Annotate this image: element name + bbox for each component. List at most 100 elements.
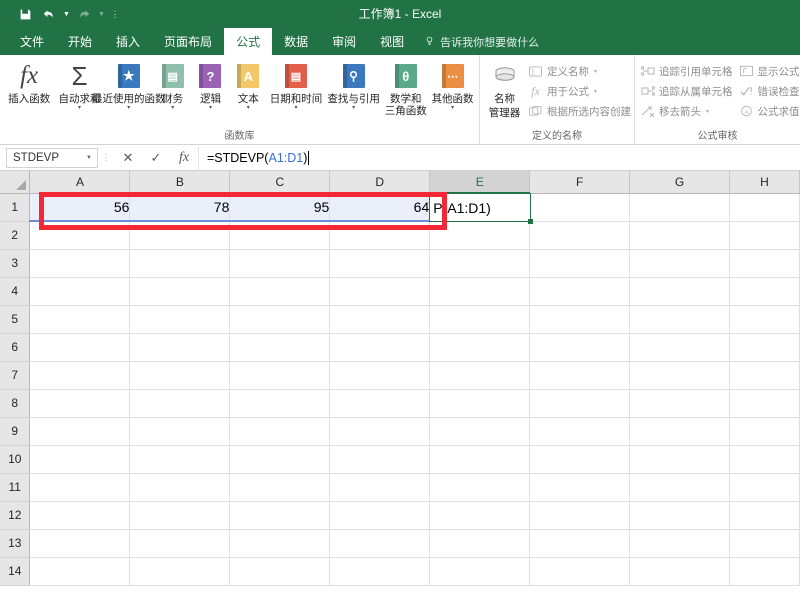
cell-A11[interactable]	[29, 473, 131, 502]
cell-C1[interactable]: 95	[229, 193, 331, 222]
cell-F5[interactable]	[529, 305, 631, 334]
cell-D7[interactable]	[329, 361, 431, 390]
date-time-dropdown-icon[interactable]: ▾	[294, 105, 297, 112]
column-header-c[interactable]: C	[229, 171, 331, 194]
cell-E8[interactable]	[429, 389, 531, 418]
logical-dropdown-icon[interactable]: ▾	[209, 105, 212, 112]
cell-C11[interactable]	[229, 473, 331, 502]
column-header-f[interactable]: F	[529, 171, 631, 194]
date-time-button[interactable]: ▤ 日期和时间 ▾	[267, 57, 325, 112]
cell-B13[interactable]	[129, 529, 231, 558]
cell-E11[interactable]	[429, 473, 531, 502]
tab-insert[interactable]: 插入	[104, 28, 152, 55]
tab-review[interactable]: 审阅	[320, 28, 368, 55]
define-name-dropdown-icon[interactable]: ▾	[594, 68, 597, 75]
cell-F10[interactable]	[529, 445, 631, 474]
cell-B14[interactable]	[129, 557, 231, 586]
cell-C9[interactable]	[229, 417, 331, 446]
cell-D5[interactable]	[329, 305, 431, 334]
cell-H13[interactable]	[729, 529, 800, 558]
tab-data[interactable]: 数据	[272, 28, 320, 55]
undo-button[interactable]	[38, 3, 60, 25]
save-button[interactable]	[14, 3, 36, 25]
cell-C12[interactable]	[229, 501, 331, 530]
cell-F1[interactable]	[529, 193, 631, 222]
trace-precedents-button[interactable]: 追踪引用单元格	[638, 61, 733, 81]
cell-H11[interactable]	[729, 473, 800, 502]
insert-function-icon[interactable]: fx	[170, 147, 198, 169]
cell-C3[interactable]	[229, 249, 331, 278]
cell-B1[interactable]: 78	[129, 193, 231, 222]
cell-A14[interactable]	[29, 557, 131, 586]
cell-A5[interactable]	[29, 305, 131, 334]
tab-page-layout[interactable]: 页面布局	[152, 28, 224, 55]
row-header-12[interactable]: 12	[0, 501, 31, 530]
name-manager-button[interactable]: 名称 管理器	[483, 57, 526, 119]
cell-F4[interactable]	[529, 277, 631, 306]
cell-G12[interactable]	[629, 501, 730, 530]
cell-A6[interactable]	[29, 333, 131, 362]
cell-D2[interactable]	[329, 221, 431, 250]
cell-C8[interactable]	[229, 389, 331, 418]
text-dropdown-icon[interactable]: ▾	[247, 105, 250, 112]
cell-B11[interactable]	[129, 473, 231, 502]
cell-F3[interactable]	[529, 249, 631, 278]
cell-H2[interactable]	[729, 221, 800, 250]
more-functions-button[interactable]: ⋯ 其他函数 ▾	[429, 57, 476, 112]
cell-E13[interactable]	[429, 529, 531, 558]
confirm-icon[interactable]: ✓	[142, 147, 170, 169]
customize-qat-button[interactable]: ⋮	[108, 3, 122, 25]
row-header-11[interactable]: 11	[0, 473, 31, 502]
formula-bar-grip[interactable]: ⋮	[98, 152, 114, 163]
tell-me-search[interactable]: 告诉我你想要做什么	[424, 28, 539, 55]
cell-F8[interactable]	[529, 389, 631, 418]
cell-edit-box[interactable]: P(A1:D1)	[429, 193, 534, 224]
lookup-reference-button[interactable]: ⚲ 查找与引用 ▾	[325, 57, 383, 112]
cell-E3[interactable]	[429, 249, 531, 278]
financial-dropdown-icon[interactable]: ▾	[171, 105, 174, 112]
cell-G5[interactable]	[629, 305, 730, 334]
lookup-reference-dropdown-icon[interactable]: ▾	[352, 105, 355, 112]
cell-H12[interactable]	[729, 501, 800, 530]
cell-B5[interactable]	[129, 305, 231, 334]
cell-A7[interactable]	[29, 361, 131, 390]
row-header-2[interactable]: 2	[0, 221, 31, 250]
cell-E9[interactable]	[429, 417, 531, 446]
remove-arrows-dropdown-icon[interactable]: ▾	[706, 108, 709, 115]
cell-F12[interactable]	[529, 501, 631, 530]
cell-A10[interactable]	[29, 445, 131, 474]
cell-E2[interactable]	[429, 221, 531, 250]
column-header-a[interactable]: A	[29, 171, 131, 194]
undo-dropdown-icon[interactable]: ▼	[62, 3, 71, 25]
cell-H9[interactable]	[729, 417, 800, 446]
row-header-8[interactable]: 8	[0, 389, 31, 418]
cell-H4[interactable]	[729, 277, 800, 306]
cell-G9[interactable]	[629, 417, 730, 446]
cell-B9[interactable]	[129, 417, 231, 446]
cell-C4[interactable]	[229, 277, 331, 306]
cell-H6[interactable]	[729, 333, 800, 362]
cell-D11[interactable]	[329, 473, 431, 502]
cell-F13[interactable]	[529, 529, 631, 558]
remove-arrows-button[interactable]: 移去箭头 ▾	[638, 101, 733, 121]
cell-C13[interactable]	[229, 529, 331, 558]
use-in-formula-button[interactable]: fx 用于公式 ▾	[526, 81, 631, 101]
cell-D6[interactable]	[329, 333, 431, 362]
row-header-10[interactable]: 10	[0, 445, 31, 474]
cell-B12[interactable]	[129, 501, 231, 530]
row-header-1[interactable]: 1	[0, 193, 31, 222]
cell-H3[interactable]	[729, 249, 800, 278]
tab-view[interactable]: 视图	[368, 28, 416, 55]
cell-F6[interactable]	[529, 333, 631, 362]
cell-E1[interactable]: P(A1:D1)	[429, 193, 534, 224]
cell-H10[interactable]	[729, 445, 800, 474]
worksheet-grid[interactable]: A B C D E F G H 1 56 78 95 64 P(A1:D1) 2…	[0, 171, 800, 586]
tab-home[interactable]: 开始	[56, 28, 104, 55]
cell-A2[interactable]	[29, 221, 131, 250]
cell-E14[interactable]	[429, 557, 531, 586]
cell-A13[interactable]	[29, 529, 131, 558]
name-box[interactable]: STDEVP ▼	[6, 147, 98, 168]
tab-file[interactable]: 文件	[8, 28, 56, 55]
cell-F14[interactable]	[529, 557, 631, 586]
trace-dependents-button[interactable]: 追踪从属单元格	[638, 81, 733, 101]
